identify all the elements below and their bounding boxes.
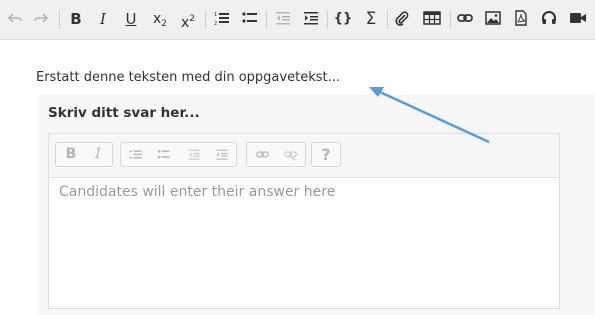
answer-placeholder[interactable]: Candidates will enter their answer here: [59, 184, 335, 200]
bold-button[interactable]: B: [67, 8, 85, 30]
superscript-button[interactable]: x2: [177, 8, 199, 31]
underline-button[interactable]: U: [122, 8, 140, 30]
answer-editor-toolbar: B I ?: [49, 134, 559, 178]
svg-text:2: 2: [214, 21, 217, 26]
indent-icon[interactable]: [209, 143, 235, 166]
toolbar-separator: [59, 10, 60, 29]
format-button-group: B I: [55, 142, 113, 167]
unlink-icon[interactable]: [277, 143, 304, 166]
redo-icon[interactable]: [32, 8, 50, 30]
link-button-group: [246, 142, 306, 167]
toolbar-separator: [387, 10, 388, 29]
editor-toolbar: B I U x2 x2 12 {} Σ: [0, 0, 595, 40]
toolbar-separator: [450, 10, 451, 29]
numbered-list-icon[interactable]: [123, 143, 149, 166]
list-button-group: [120, 142, 237, 167]
answer-panel-title: Skriv ditt svar her...: [48, 105, 200, 121]
question-prompt-text[interactable]: Erstatt denne teksten med din oppgavetek…: [36, 70, 340, 85]
toolbar-separator: [327, 10, 328, 29]
headphones-icon[interactable]: [539, 8, 559, 30]
editor-bold-button[interactable]: B: [59, 143, 83, 166]
outdent-icon[interactable]: [273, 8, 293, 30]
table-icon[interactable]: [421, 8, 443, 30]
sum-button[interactable]: Σ: [361, 8, 381, 30]
italic-button[interactable]: I: [94, 8, 112, 30]
bullet-list-icon[interactable]: [151, 143, 177, 166]
indent-icon[interactable]: [301, 8, 321, 30]
superscript-mark: 2: [189, 14, 196, 24]
subscript-mark: 2: [161, 19, 168, 29]
toolbar-separator: [205, 10, 206, 29]
video-icon[interactable]: [567, 8, 589, 30]
bullet-list-icon[interactable]: [240, 8, 260, 30]
link-icon[interactable]: [455, 8, 475, 30]
numbered-list-icon[interactable]: 12: [212, 8, 232, 30]
link-icon[interactable]: [249, 143, 276, 166]
answer-editor[interactable]: B I ? Candidates will enter their answer…: [48, 133, 560, 309]
paperclip-icon[interactable]: [392, 8, 412, 30]
image-icon[interactable]: [483, 8, 503, 30]
outdent-icon[interactable]: [181, 143, 207, 166]
toolbar-separator: [266, 10, 267, 29]
code-button[interactable]: {}: [333, 8, 353, 30]
svg-text:1: 1: [214, 12, 217, 18]
editor-italic-button[interactable]: I: [86, 143, 110, 166]
pdf-icon[interactable]: [511, 8, 531, 30]
help-button[interactable]: ?: [312, 143, 340, 166]
subscript-button[interactable]: x2: [149, 8, 171, 30]
undo-icon[interactable]: [6, 8, 24, 30]
help-button-group: ?: [311, 142, 341, 167]
